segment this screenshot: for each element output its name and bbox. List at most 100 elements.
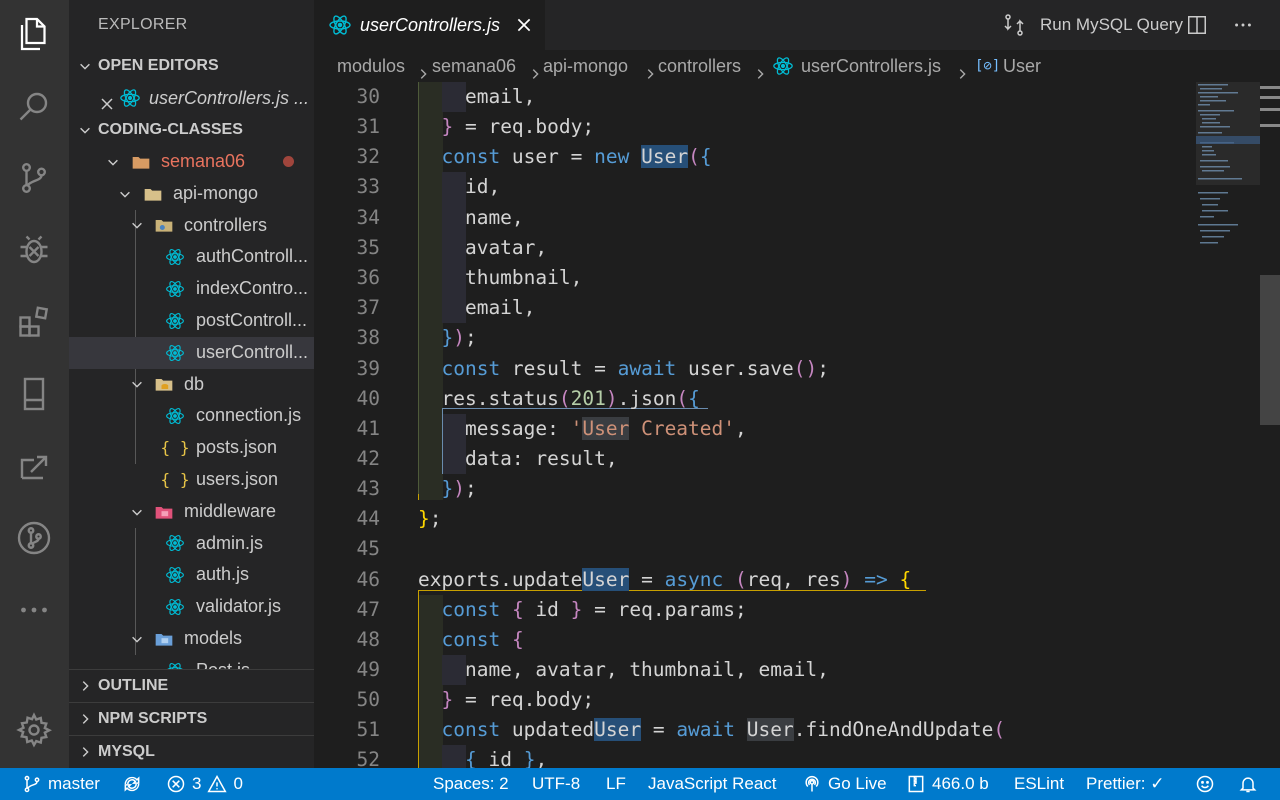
minimap[interactable] — [1196, 82, 1260, 262]
workspace-header[interactable]: CODING-CLASSES — [69, 114, 314, 146]
bell-icon — [1239, 777, 1257, 793]
source-control-icon[interactable] — [14, 158, 54, 198]
tree-folder-models[interactable]: models — [69, 623, 314, 655]
line-number: 42 — [356, 447, 380, 470]
split-editor-icon[interactable] — [1186, 14, 1208, 36]
tab-usercontrollers[interactable]: userControllers.js — [314, 0, 545, 50]
tree-folder-db[interactable]: db — [69, 369, 314, 401]
git-graph-icon[interactable] — [14, 518, 54, 558]
breadcrumb-item[interactable]: semana06 — [432, 50, 516, 82]
open-editors-header[interactable]: OPEN EDITORS — [69, 50, 314, 82]
code-line: message: 'User Created', — [418, 417, 747, 440]
react-icon — [164, 337, 186, 369]
close-icon[interactable] — [99, 90, 115, 110]
breadcrumb-item[interactable]: api-mongo — [543, 50, 628, 82]
encoding-selector[interactable]: UTF-8 — [532, 768, 580, 800]
remote-explorer-icon[interactable] — [14, 374, 54, 414]
code-line: } = req.body; — [441, 688, 595, 711]
scroll-marker — [1260, 108, 1280, 111]
code-line: res.status(201).json({ — [418, 387, 700, 410]
outline-label: OUTLINE — [98, 677, 169, 694]
eol-selector[interactable]: LF — [606, 768, 626, 800]
json-braces-icon: { } — [160, 438, 190, 458]
indentation-selector[interactable]: Spaces: 2 — [433, 768, 509, 800]
branch-indicator[interactable]: master — [22, 768, 100, 800]
breadcrumb-item[interactable]: controllers — [658, 50, 741, 82]
react-icon — [164, 305, 186, 337]
feedback-button[interactable] — [1195, 768, 1215, 800]
breadcrumb-item[interactable]: userControllers.js — [801, 50, 941, 82]
prettier-status[interactable]: Prettier: ✓ — [1086, 768, 1164, 800]
settings-gear-icon[interactable] — [14, 710, 54, 750]
outline-header[interactable]: OUTLINE — [69, 669, 314, 702]
debug-icon[interactable] — [14, 230, 54, 270]
search-icon[interactable] — [14, 86, 54, 126]
tree-file-authcontroller[interactable]: authControll... — [69, 241, 314, 273]
folder-models-icon — [153, 623, 175, 655]
code-editor[interactable]: 30 31 32 33 34 35 36 37 38 39 40 41 42 4… — [314, 82, 1280, 768]
vertical-scrollbar[interactable] — [1260, 82, 1280, 768]
breadcrumb-item[interactable]: modulos — [337, 50, 405, 82]
line-number: 33 — [356, 175, 380, 198]
live-share-icon[interactable] — [14, 446, 54, 486]
compare-changes-icon[interactable] — [1002, 13, 1026, 37]
tree-file-connection[interactable]: connection.js — [69, 400, 314, 432]
react-icon — [164, 400, 186, 432]
line-number: 46 — [356, 568, 380, 591]
tree-file-admin[interactable]: admin.js — [69, 528, 314, 560]
tree-file-usercontroller[interactable]: userControll... — [69, 336, 314, 369]
more-actions-icon[interactable] — [1232, 14, 1254, 36]
file-tree: semana06 api-mongo controllers authContr… — [69, 146, 314, 687]
extensions-icon[interactable] — [14, 302, 54, 342]
line-number: 30 — [356, 85, 380, 108]
scrollbar-thumb[interactable] — [1260, 275, 1280, 425]
file-label: connection.js — [196, 405, 302, 426]
smiley-icon — [1196, 775, 1214, 793]
files-icon[interactable] — [14, 14, 54, 54]
tree-file-users-json[interactable]: { } users.json — [69, 464, 314, 496]
file-label: posts.json — [196, 437, 278, 458]
eslint-status[interactable]: ESLint — [1014, 768, 1064, 800]
open-editors-label: OPEN EDITORS — [98, 57, 219, 74]
line-number: 31 — [356, 115, 380, 138]
tree-file-validator[interactable]: validator.js — [69, 591, 314, 623]
prettier-label: Prettier: ✓ — [1086, 774, 1165, 793]
tree-folder-controllers[interactable]: controllers — [69, 210, 314, 242]
folder-label: controllers — [184, 214, 268, 235]
code-line: }); — [441, 477, 477, 500]
line-number: 43 — [356, 477, 380, 500]
file-size-indicator[interactable]: 466.0 b — [906, 768, 989, 800]
notifications-button[interactable] — [1238, 768, 1258, 800]
git-branch-icon — [24, 775, 40, 793]
chevron-right-icon — [753, 59, 767, 79]
folder-label: db — [184, 373, 205, 394]
more-icon[interactable] — [14, 590, 54, 630]
tree-file-posts-json[interactable]: { } posts.json — [69, 432, 314, 464]
chevron-right-icon — [77, 703, 93, 735]
close-icon[interactable] — [515, 16, 533, 34]
line-number: 44 — [356, 507, 380, 530]
npm-scripts-header[interactable]: NPM SCRIPTS — [69, 702, 314, 735]
tree-file-indexcontroller[interactable]: indexContro... — [69, 273, 314, 305]
eol-label: LF — [606, 774, 626, 793]
sync-button[interactable] — [122, 768, 142, 800]
tree-file-auth[interactable]: auth.js — [69, 559, 314, 591]
scroll-marker — [1260, 124, 1280, 127]
problems-indicator[interactable]: 3 0 — [166, 768, 243, 800]
breadcrumb-item[interactable]: User — [1003, 50, 1041, 82]
branch-name: master — [48, 774, 100, 793]
code-line: avatar, — [418, 236, 548, 259]
open-editor-item[interactable]: userControllers.js ... — [69, 82, 314, 114]
folder-controllers-icon — [153, 210, 175, 242]
mysql-header[interactable]: MYSQL — [69, 735, 314, 768]
go-live-button[interactable]: Go Live — [802, 768, 887, 800]
tree-folder-middleware[interactable]: middleware — [69, 496, 314, 528]
tree-file-postcontroller[interactable]: postControll... — [69, 305, 314, 337]
line-number: 37 — [356, 296, 380, 319]
run-mysql-query-button[interactable]: Run MySQL Query — [1040, 0, 1183, 50]
line-number: 38 — [356, 326, 380, 349]
tree-folder-semana06[interactable]: semana06 — [69, 146, 314, 178]
language-selector[interactable]: JavaScript React — [648, 768, 777, 800]
tree-folder-api-mongo[interactable]: api-mongo — [69, 178, 314, 210]
chevron-right-icon — [955, 59, 969, 79]
